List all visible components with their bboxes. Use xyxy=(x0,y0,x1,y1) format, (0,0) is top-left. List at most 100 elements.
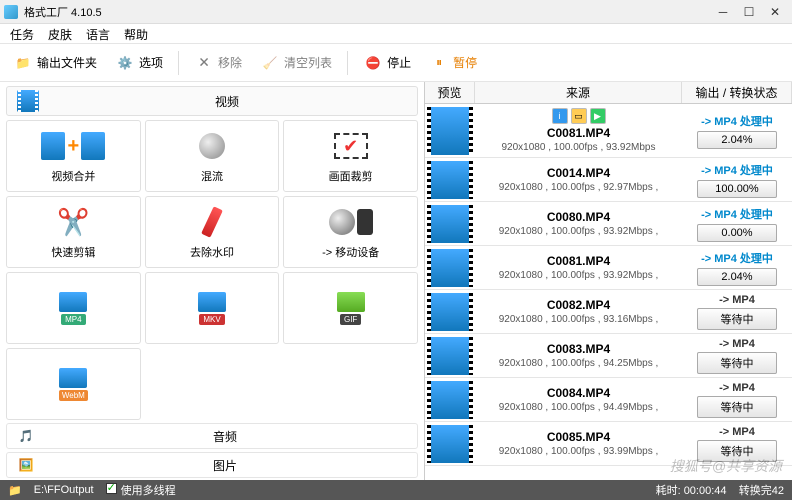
music-icon: 🎵 xyxy=(17,427,35,445)
mp4-icon: MP4 xyxy=(59,290,87,326)
menubar: 任务 皮肤 语言 帮助 xyxy=(0,24,792,44)
status-cell: -> MP4 处理中0.00% xyxy=(682,202,792,245)
clear-list-button[interactable]: 🧹 清空列表 xyxy=(253,49,339,77)
mobile-icon xyxy=(329,204,373,240)
mux-icon xyxy=(199,128,225,164)
picture-icon: 🖼️ xyxy=(17,456,35,474)
main-area: 视频 +视频合并混流✔画面裁剪 ✂️快速剪辑去除水印-> 移动设备 MP4 MKV GI… xyxy=(0,82,792,480)
remove-button[interactable]: 🗙 移除 xyxy=(187,49,249,77)
pause-icon: ⏸ xyxy=(429,53,449,73)
progress-button[interactable]: 等待中 xyxy=(697,352,777,374)
thumbnail xyxy=(427,293,473,331)
category-picture[interactable]: 🖼️ 图片 xyxy=(6,452,418,478)
output-path[interactable]: E:\FFOutput xyxy=(34,484,94,496)
app-icon xyxy=(4,5,18,19)
file-row[interactable]: C0080.MP4920x1080 , 100.00fps , 93.92Mbp… xyxy=(425,202,792,246)
col-preview[interactable]: 预览 xyxy=(425,82,475,103)
tile-mux[interactable]: 混流 xyxy=(145,120,280,192)
maximize-button[interactable]: ☐ xyxy=(736,5,762,19)
right-panel: 预览 来源 输出 / 转换状态 i▭▶ C0081.MP4920x1080 , 1… xyxy=(425,82,792,480)
source-cell: i▭▶C0081.MP4920x1080 , 100.00fps , 93.92… xyxy=(475,104,682,157)
statusbar: 📁 E:\FFOutput 使用多线程 耗时: 00:00:44 转换完42 xyxy=(0,480,792,500)
thumbnail xyxy=(427,249,473,287)
file-row[interactable]: C0082.MP4920x1080 , 100.00fps , 93.16Mbp… xyxy=(425,290,792,334)
mkv-icon: MKV xyxy=(198,290,226,326)
close-button[interactable]: ✕ xyxy=(762,5,788,19)
status-cell: -> MP4等待中 xyxy=(682,378,792,421)
folder-icon[interactable]: ▭ xyxy=(571,108,587,124)
folder-icon: 📁 xyxy=(13,53,33,73)
merge-icon: + xyxy=(41,128,105,164)
play-icon[interactable]: ▶ xyxy=(590,108,606,124)
col-source[interactable]: 来源 xyxy=(475,82,682,103)
file-list: i▭▶ C0081.MP4920x1080 , 100.00fps , 93.92… xyxy=(425,104,792,480)
menu-skin[interactable]: 皮肤 xyxy=(48,26,72,41)
progress-button[interactable]: 等待中 xyxy=(697,396,777,418)
stop-icon: ⛔ xyxy=(363,53,383,73)
tile-crop[interactable]: ✔画面裁剪 xyxy=(283,120,418,192)
tile-webm[interactable]: WebM xyxy=(6,348,141,420)
progress-button[interactable]: 2.04% xyxy=(697,268,777,286)
multithread-checkbox[interactable]: 使用多线程 xyxy=(106,482,176,498)
info-icon[interactable]: i xyxy=(552,108,568,124)
file-row[interactable]: C0083.MP4920x1080 , 100.00fps , 94.25Mbp… xyxy=(425,334,792,378)
thumbnail xyxy=(427,381,473,419)
status-cell: -> MP4等待中 xyxy=(682,422,792,465)
col-status[interactable]: 输出 / 转换状态 xyxy=(682,82,792,103)
stop-button[interactable]: ⛔ 停止 xyxy=(356,49,418,77)
minimize-button[interactable]: ─ xyxy=(710,5,736,19)
source-cell: C0014.MP4920x1080 , 100.00fps , 92.97Mbp… xyxy=(475,158,682,201)
status-cell: -> MP4等待中 xyxy=(682,290,792,333)
tile-eraser[interactable]: 去除水印 xyxy=(145,196,280,268)
category-audio[interactable]: 🎵 音频 xyxy=(6,423,418,449)
menu-language[interactable]: 语言 xyxy=(86,26,110,41)
progress-button[interactable]: 0.00% xyxy=(697,224,777,242)
file-row[interactable]: C0085.MP4920x1080 , 100.00fps , 93.99Mbp… xyxy=(425,422,792,466)
gear-icon: ⚙️ xyxy=(115,53,135,73)
tile-mp4[interactable]: MP4 xyxy=(6,272,141,344)
file-row[interactable]: C0081.MP4920x1080 , 100.00fps , 93.92Mbp… xyxy=(425,246,792,290)
done-count: 转换完42 xyxy=(739,485,784,497)
thumbnail xyxy=(427,107,473,155)
source-cell: C0082.MP4920x1080 , 100.00fps , 93.16Mbp… xyxy=(475,290,682,333)
file-row[interactable]: C0084.MP4920x1080 , 100.00fps , 94.49Mbp… xyxy=(425,378,792,422)
tile-mkv[interactable]: MKV xyxy=(145,272,280,344)
separator xyxy=(347,51,348,75)
file-row[interactable]: i▭▶C0081.MP4920x1080 , 100.00fps , 93.92… xyxy=(425,104,792,158)
status-cell: -> MP4 处理中2.04% xyxy=(682,104,792,157)
tile-mobile[interactable]: -> 移动设备 xyxy=(283,196,418,268)
toolbar: 📁 输出文件夹 ⚙️ 选项 🗙 移除 🧹 清空列表 ⛔ 停止 ⏸ 暂停 xyxy=(0,44,792,82)
options-button[interactable]: ⚙️ 选项 xyxy=(108,49,170,77)
folder-icon: 📁 xyxy=(8,484,22,497)
video-tools-grid: +视频合并混流✔画面裁剪 ✂️快速剪辑去除水印-> 移动设备 MP4 MKV GIF We… xyxy=(0,120,424,420)
cut-icon: ✂️ xyxy=(57,204,89,240)
film-icon xyxy=(17,90,39,112)
source-cell: C0085.MP4920x1080 , 100.00fps , 93.99Mbp… xyxy=(475,422,682,465)
progress-button[interactable]: 等待中 xyxy=(697,440,777,462)
progress-button[interactable]: 100.00% xyxy=(697,180,777,198)
progress-button[interactable]: 等待中 xyxy=(697,308,777,330)
table-header: 预览 来源 输出 / 转换状态 xyxy=(425,82,792,104)
eraser-icon xyxy=(207,204,217,240)
separator xyxy=(178,51,179,75)
menu-task[interactable]: 任务 xyxy=(10,26,34,41)
thumbnail xyxy=(427,161,473,199)
source-cell: C0081.MP4920x1080 , 100.00fps , 93.92Mbp… xyxy=(475,246,682,289)
output-folder-button[interactable]: 📁 输出文件夹 xyxy=(6,49,104,77)
menu-help[interactable]: 帮助 xyxy=(124,26,148,41)
file-row[interactable]: C0014.MP4920x1080 , 100.00fps , 92.97Mbp… xyxy=(425,158,792,202)
left-panel: 视频 +视频合并混流✔画面裁剪 ✂️快速剪辑去除水印-> 移动设备 MP4 MKV GI… xyxy=(0,82,425,480)
tile-cut[interactable]: ✂️快速剪辑 xyxy=(6,196,141,268)
category-video[interactable]: 视频 xyxy=(6,86,418,116)
thumbnail xyxy=(427,205,473,243)
tile-gif[interactable]: GIF xyxy=(283,272,418,344)
status-cell: -> MP4 处理中100.00% xyxy=(682,158,792,201)
source-cell: C0080.MP4920x1080 , 100.00fps , 93.92Mbp… xyxy=(475,202,682,245)
progress-button[interactable]: 2.04% xyxy=(697,131,777,149)
window-title: 格式工厂 4.10.5 xyxy=(24,4,102,20)
tile-merge[interactable]: +视频合并 xyxy=(6,120,141,192)
elapsed-time: 耗时: 00:00:44 xyxy=(656,485,727,497)
source-cell: C0084.MP4920x1080 , 100.00fps , 94.49Mbp… xyxy=(475,378,682,421)
thumbnail xyxy=(427,337,473,375)
pause-button[interactable]: ⏸ 暂停 xyxy=(422,49,484,77)
